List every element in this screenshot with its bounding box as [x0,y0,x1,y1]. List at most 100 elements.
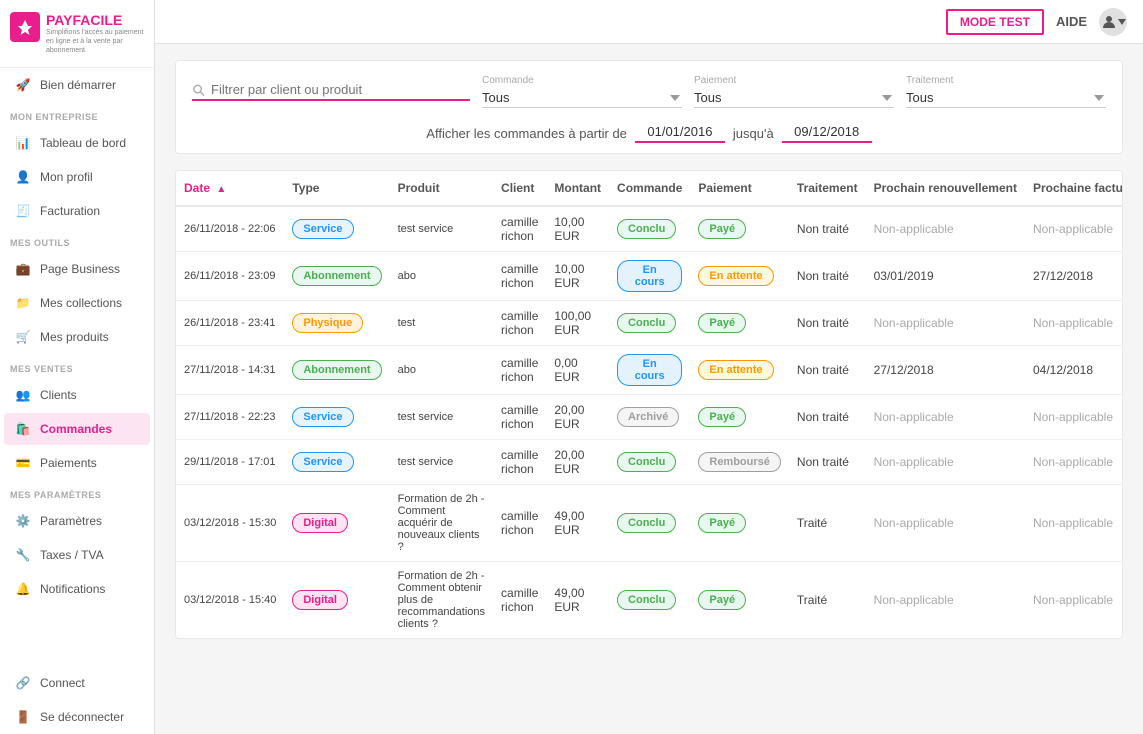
date-range-prefix: Afficher les commandes à partir de [426,126,627,141]
sidebar-item-label: Facturation [40,204,100,218]
commande-filter-group: Commande Tous [482,75,682,108]
commande-badge: Conclu [617,219,676,239]
sidebar-item-clients[interactable]: 👥 Clients [4,379,150,411]
cell-traitement: Non traité [789,395,866,440]
sidebar-item-taxes-tva[interactable]: 🔧 Taxes / TVA [4,539,150,571]
logo: PAYFACILE Simplifions l'accès au paiemen… [0,0,154,68]
col-prochaine-fact[interactable]: Prochaine facturation [1025,171,1123,206]
sidebar-item-label: Mon profil [40,170,93,184]
cell-commande: Archivé [609,395,690,440]
date-to-input[interactable] [782,124,872,143]
cell-prochain-renouv: 03/01/2019 [866,252,1025,301]
col-produit[interactable]: Produit [390,171,493,206]
table-row: 03/12/2018 - 15:40 Digital Formation de … [176,562,1123,639]
sidebar-item-connect[interactable]: 🔗 Connect [4,667,150,699]
traitement-filter-select[interactable]: Tous [906,88,1106,108]
sidebar-item-se-deconnecter[interactable]: 🚪 Se déconnecter [4,701,150,733]
logo-icon [10,12,40,42]
paiement-filter-select[interactable]: Tous [694,88,894,108]
cart-icon: 🛒 [14,328,32,346]
traitement-filter-label: Traitement [906,75,1106,86]
commande-badge: En cours [617,354,682,386]
cell-paiement: Payé [690,395,789,440]
sort-arrow-icon: ▲ [216,184,226,195]
cell-date: 27/11/2018 - 14:31 [176,346,284,395]
cell-paiement: Payé [690,485,789,562]
table-row: 03/12/2018 - 15:30 Digital Formation de … [176,485,1123,562]
sidebar-item-mon-profil[interactable]: 👤 Mon profil [4,161,150,193]
col-prochain-renouv[interactable]: Prochain renouvellement [866,171,1025,206]
cell-prochain-renouv: Non-applicable [866,206,1025,252]
user-menu-button[interactable] [1099,8,1127,36]
cell-client: camille richon [493,206,546,252]
cell-prochain-renouv: Non-applicable [866,562,1025,639]
cell-commande: En cours [609,252,690,301]
payment-icon: 💳 [14,454,32,472]
section-mes-ventes: MES VENTES [0,354,154,378]
col-type[interactable]: Type [284,171,389,206]
cell-type: Physique [284,301,389,346]
commande-filter-label: Commande [482,75,682,86]
cell-type: Service [284,395,389,440]
filter-row-1: Commande Tous Paiement Tous Traitement T… [192,75,1106,108]
col-traitement[interactable]: Traitement [789,171,866,206]
sidebar-item-label: Notifications [40,582,105,596]
cell-prochain-renouv: Non-applicable [866,395,1025,440]
cell-traitement: Non traité [789,440,866,485]
app-tagline: Simplifions l'accès au paiement en ligne… [46,28,144,55]
sidebar-item-label: Commandes [40,422,112,436]
top-bar: MODE TEST AIDE [155,0,1143,44]
cell-prochaine-fact: Non-applicable [1025,301,1123,346]
cell-type: Digital [284,485,389,562]
cell-montant: 49,00 EUR [546,562,609,639]
col-montant[interactable]: Montant [546,171,609,206]
sidebar-item-facturation[interactable]: 🧾 Facturation [4,195,150,227]
col-commande[interactable]: Commande [609,171,690,206]
cell-date: 26/11/2018 - 23:41 [176,301,284,346]
commande-badge: Archivé [617,407,679,427]
cell-commande: Conclu [609,562,690,639]
col-date[interactable]: Date ▲ [176,171,284,206]
date-from-input[interactable] [635,124,725,143]
paiement-filter-label: Paiement [694,75,894,86]
sidebar-item-label: Bien démarrer [40,78,116,92]
table-row: 27/11/2018 - 22:23 Service test service … [176,395,1123,440]
cell-client: camille richon [493,301,546,346]
cell-commande: Conclu [609,440,690,485]
cell-commande: En cours [609,346,690,395]
sidebar-item-tableau-de-bord[interactable]: 📊 Tableau de bord [4,127,150,159]
logout-icon: 🚪 [14,708,32,726]
gear-icon: ⚙️ [14,512,32,530]
cell-produit: test [390,301,493,346]
cell-traitement: Traité [789,485,866,562]
sidebar-item-mes-collections[interactable]: 📁 Mes collections [4,287,150,319]
section-mon-entreprise: MON ENTREPRISE [0,102,154,126]
mode-test-button[interactable]: MODE TEST [946,9,1044,35]
aide-button[interactable]: AIDE [1056,14,1087,29]
sidebar-item-commandes[interactable]: 🛍️ Commandes [4,413,150,445]
cell-traitement: Non traité [789,346,866,395]
cell-type: Abonnement [284,252,389,301]
cell-traitement: Traité [789,562,866,639]
cell-produit: Formation de 2h - Comment obtenir plus d… [390,562,493,639]
sidebar-item-paiements[interactable]: 💳 Paiements [4,447,150,479]
cell-prochain-renouv: 27/12/2018 [866,346,1025,395]
sidebar-item-mes-produits[interactable]: 🛒 Mes produits [4,321,150,353]
sidebar-item-notifications[interactable]: 🔔 Notifications [4,573,150,605]
collection-icon: 📁 [14,294,32,312]
sidebar-item-parametres[interactable]: ⚙️ Paramètres [4,505,150,537]
sidebar-item-label: Mes produits [40,330,109,344]
filter-bar: Commande Tous Paiement Tous Traitement T… [175,60,1123,154]
commande-filter-select[interactable]: Tous [482,88,682,108]
cell-traitement: Non traité [789,206,866,252]
search-wrap [192,82,470,101]
col-client[interactable]: Client [493,171,546,206]
cell-traitement: Non traité [789,301,866,346]
col-paiement[interactable]: Paiement [690,171,789,206]
cell-paiement: Payé [690,206,789,252]
sidebar-item-bien-demarrer[interactable]: 🚀 Bien démarrer [4,69,150,101]
sidebar-item-label: Page Business [40,262,120,276]
sidebar-item-page-business[interactable]: 💼 Page Business [4,253,150,285]
cell-type: Service [284,440,389,485]
search-input[interactable] [211,82,470,97]
